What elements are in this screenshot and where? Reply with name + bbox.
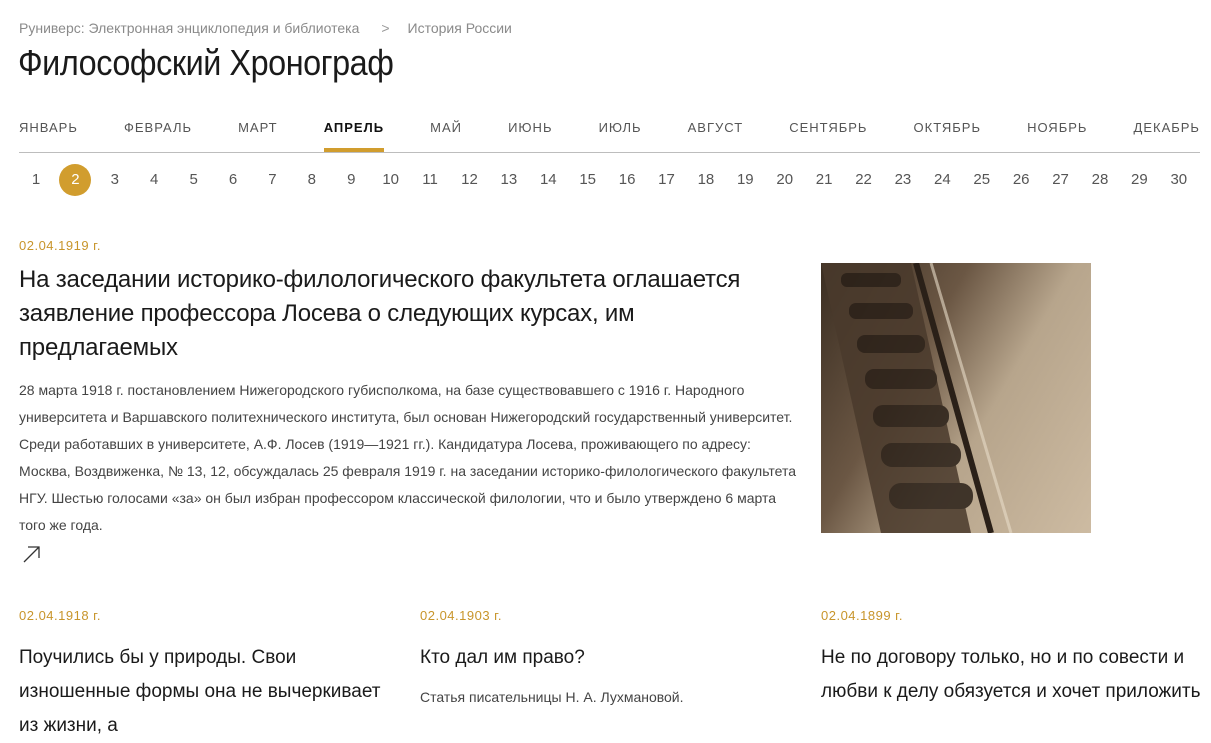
tab-month[interactable]: ЯНВАРЬ [19,118,78,152]
tab-month[interactable]: АВГУСТ [688,118,744,152]
day-button[interactable]: 4 [138,164,170,196]
day-button[interactable]: 27 [1045,164,1077,196]
day-button[interactable]: 1 [20,164,52,196]
day-button[interactable]: 6 [217,164,249,196]
arrow-up-right-icon[interactable] [22,544,42,564]
featured-title[interactable]: На заседании историко-филологического фа… [19,263,799,365]
day-button[interactable]: 9 [335,164,367,196]
tab-month[interactable]: МАРТ [238,118,278,152]
tab-month[interactable]: ИЮЛЬ [599,118,642,152]
article-title[interactable]: Кто дал им право? [420,641,800,675]
featured-text: 28 марта 1918 г. постановлением Нижегоро… [19,382,797,533]
article-text: Статья писательницы Н. А. Лухмановой. [420,689,684,705]
article-card[interactable]: 02.04.1903 г. Кто дал им право? Статья п… [420,608,800,705]
day-button[interactable]: 25 [966,164,998,196]
day-button[interactable]: 7 [256,164,288,196]
article-card[interactable]: 02.04.1918 г. Поучились бы у природы. Св… [19,608,399,743]
day-button[interactable]: 29 [1123,164,1155,196]
tab-month[interactable]: МАЙ [430,118,462,152]
article-date: 02.04.1903 г. [420,608,502,623]
day-button[interactable]: 24 [926,164,958,196]
day-button[interactable]: 26 [1005,164,1037,196]
day-button[interactable]: 21 [808,164,840,196]
day-button[interactable]: 12 [453,164,485,196]
day-button[interactable]: 22 [848,164,880,196]
article-date: 02.04.1918 г. [19,608,101,623]
tab-month[interactable]: НОЯБРЬ [1027,118,1087,152]
day-button[interactable]: 30 [1163,164,1195,196]
tab-month[interactable]: СЕНТЯБРЬ [789,118,867,152]
breadcrumb-link-runivers[interactable]: Руниверс: Электронная энциклопедия и биб… [19,20,359,36]
tab-month[interactable]: ФЕВРАЛЬ [124,118,192,152]
breadcrumb-link-history[interactable]: История России [408,20,512,36]
article-card[interactable]: 02.04.1899 г. Не по договору только, но … [821,608,1201,709]
day-button[interactable]: 18 [690,164,722,196]
day-button[interactable]: 3 [99,164,131,196]
day-button[interactable]: 15 [572,164,604,196]
breadcrumb: Руниверс: Электронная энциклопедия и биб… [19,20,512,36]
page-title: Философский Хронограф [18,42,394,83]
breadcrumb-separator: > [381,20,390,36]
featured-date: 02.04.1919 г. [19,238,101,253]
day-button[interactable]: 23 [887,164,919,196]
article-title[interactable]: Не по договору только, но и по совести и… [821,641,1201,709]
day-button[interactable]: 10 [375,164,407,196]
day-button[interactable]: 8 [296,164,328,196]
tab-month[interactable]: ОКТЯБРЬ [914,118,981,152]
tab-month[interactable]: ИЮНЬ [508,118,552,152]
day-selector: 1 2 3 4 5 6 7 8 9 10 11 12 13 14 15 16 17 18 19 20 21 22 23 24 2… [20,164,1195,196]
day-button[interactable]: 5 [178,164,210,196]
article-title[interactable]: Поучились бы у природы. Свои изношенные … [19,641,399,743]
tab-month[interactable]: АПРЕЛЬ [323,118,385,152]
day-button[interactable]: 20 [769,164,801,196]
month-tabs: ЯНВАРЬ ФЕВРАЛЬ МАРТ АПРЕЛЬ МАЙ ИЮНЬ ИЮЛЬ АВГУСТ… [19,118,1200,153]
article-date: 02.04.1899 г. [821,608,903,623]
day-button[interactable]: 14 [532,164,564,196]
day-button[interactable]: 19 [729,164,761,196]
day-button[interactable]: 16 [611,164,643,196]
tab-month[interactable]: ДЕКАБРЬ [1134,118,1200,152]
day-button[interactable]: 28 [1084,164,1116,196]
day-button[interactable]: 17 [651,164,683,196]
day-button[interactable]: 11 [414,164,446,196]
day-button[interactable]: 13 [493,164,525,196]
day-button[interactable]: 2 [59,164,92,196]
featured-image [821,263,1091,533]
